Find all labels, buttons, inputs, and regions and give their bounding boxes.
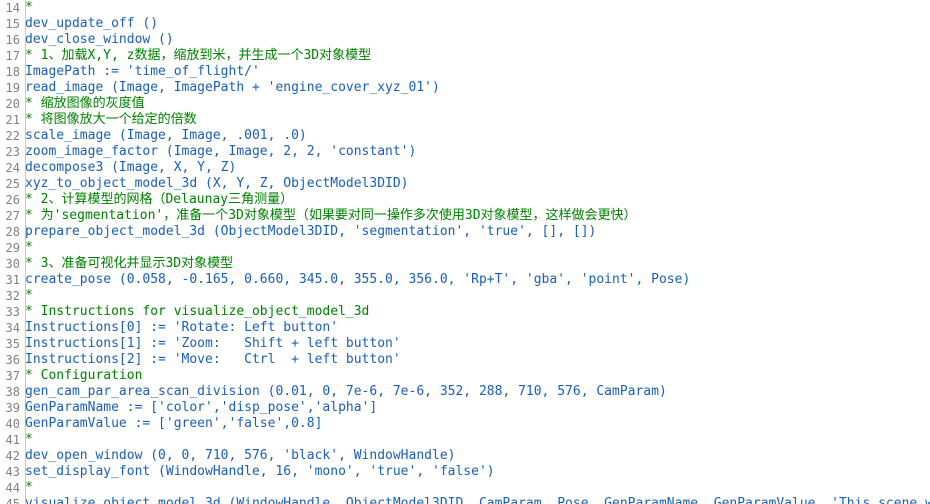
code-statement-text[interactable]: prepare_object_model_3d (ObjectModel3DID… bbox=[22, 224, 596, 240]
code-statement-text[interactable]: decompose3 (Image, X, Y, Z) bbox=[22, 160, 236, 176]
code-line[interactable]: 36 Instructions[2] := 'Move: Ctrl + left … bbox=[0, 352, 930, 368]
code-statement-text[interactable]: dev_close_window () bbox=[22, 32, 174, 48]
line-number: 45 bbox=[5, 497, 20, 504]
code-line[interactable]: 17 * 1、加载X,Y, z数据，缩放到米，并生成一个3D对象模型 bbox=[0, 48, 930, 64]
line-number: 22 bbox=[5, 129, 20, 143]
line-number: 18 bbox=[5, 65, 20, 79]
line-number: 24 bbox=[5, 161, 20, 175]
line-number: 36 bbox=[5, 353, 20, 367]
code-statement-text[interactable]: GenParamName := ['color','disp_pose','al… bbox=[22, 400, 377, 416]
line-number: 16 bbox=[5, 33, 20, 47]
code-line[interactable]: 31 create_pose (0.058, -0.165, 0.660, 345… bbox=[0, 272, 930, 288]
code-line[interactable]: 18 ImagePath := 'time_of_flight/' bbox=[0, 64, 930, 80]
code-comment-text[interactable]: * bbox=[22, 432, 33, 448]
code-lines-container[interactable]: 14 * 15 dev_update_off () 16 dev_close_window… bbox=[0, 0, 930, 504]
code-line[interactable]: 44 * bbox=[0, 480, 930, 496]
code-line[interactable]: 20 * 缩放图像的灰度值 bbox=[0, 96, 930, 112]
line-number: 33 bbox=[5, 305, 20, 319]
line-number: 31 bbox=[5, 273, 20, 287]
line-number: 21 bbox=[5, 113, 20, 127]
code-statement-text[interactable]: GenParamValue := ['green','false',0.8] bbox=[22, 416, 322, 432]
code-line[interactable]: 37 * Configuration bbox=[0, 368, 930, 384]
code-statement-text[interactable]: set_display_font (WindowHandle, 16, 'mon… bbox=[22, 464, 495, 480]
code-comment-text[interactable]: * bbox=[22, 0, 33, 16]
code-line[interactable]: 35 Instructions[1] := 'Zoom: Shift + left… bbox=[0, 336, 930, 352]
code-line[interactable]: 22 scale_image (Image, Image, .001, .0) bbox=[0, 128, 930, 144]
code-comment-text[interactable]: * 2、计算模型的网格（Delaunay三角测量） bbox=[22, 192, 293, 208]
code-line[interactable]: 32 * bbox=[0, 288, 930, 304]
code-statement-text[interactable]: create_pose (0.058, -0.165, 0.660, 345.0… bbox=[22, 272, 690, 288]
code-statement-text[interactable]: xyz_to_object_model_3d (X, Y, Z, ObjectM… bbox=[22, 176, 409, 192]
line-number: 41 bbox=[5, 433, 20, 447]
code-line[interactable]: 19 read_image (Image, ImagePath + 'engine… bbox=[0, 80, 930, 96]
code-line[interactable]: 25 xyz_to_object_model_3d (X, Y, Z, Objec… bbox=[0, 176, 930, 192]
code-line[interactable]: 14 * bbox=[0, 0, 930, 16]
code-statement-text[interactable]: gen_cam_par_area_scan_division (0.01, 0,… bbox=[22, 384, 667, 400]
code-editor[interactable]: 14 * 15 dev_update_off () 16 dev_close_window… bbox=[0, 0, 930, 504]
line-number: 44 bbox=[5, 481, 20, 495]
code-comment-text[interactable]: * Instructions for visualize_object_mode… bbox=[22, 304, 369, 320]
code-line[interactable]: 28 prepare_object_model_3d (ObjectModel3D… bbox=[0, 224, 930, 240]
line-number: 30 bbox=[5, 257, 20, 271]
code-statement-text[interactable]: zoom_image_factor (Image, Image, 2, 2, '… bbox=[22, 144, 416, 160]
code-line[interactable]: 34 Instructions[0] := 'Rotate: Left butto… bbox=[0, 320, 930, 336]
line-number: 37 bbox=[5, 369, 20, 383]
code-line[interactable]: 21 * 将图像放大一个给定的倍数 bbox=[0, 112, 930, 128]
line-number: 29 bbox=[5, 241, 20, 255]
code-line[interactable]: 15 dev_update_off () bbox=[0, 16, 930, 32]
line-number: 32 bbox=[5, 289, 20, 303]
code-statement-text[interactable]: Instructions[2] := 'Move: Ctrl + left bu… bbox=[22, 352, 401, 368]
code-line[interactable]: 38 gen_cam_par_area_scan_division (0.01, … bbox=[0, 384, 930, 400]
line-number: 43 bbox=[5, 465, 20, 479]
line-number: 34 bbox=[5, 321, 20, 335]
code-line[interactable]: 30 * 3、准备可视化并显示3D对象模型 bbox=[0, 256, 930, 272]
code-line[interactable]: 26 * 2、计算模型的网格（Delaunay三角测量） bbox=[0, 192, 930, 208]
code-comment-text[interactable]: * 缩放图像的灰度值 bbox=[22, 96, 145, 112]
code-comment-text[interactable]: * Configuration bbox=[22, 368, 142, 384]
line-number: 15 bbox=[5, 17, 20, 31]
line-number: 20 bbox=[5, 97, 20, 111]
line-number: 14 bbox=[5, 1, 20, 15]
code-line[interactable]: 40 GenParamValue := ['green','false',0.8] bbox=[0, 416, 930, 432]
code-line[interactable]: 24 decompose3 (Image, X, Y, Z) bbox=[0, 160, 930, 176]
line-number: 38 bbox=[5, 385, 20, 399]
code-statement-text[interactable]: Instructions[1] := 'Zoom: Shift + left b… bbox=[22, 336, 401, 352]
line-number: 17 bbox=[5, 49, 20, 63]
code-line[interactable]: 41 * bbox=[0, 432, 930, 448]
code-line[interactable]: 16 dev_close_window () bbox=[0, 32, 930, 48]
line-number: 39 bbox=[5, 401, 20, 415]
code-line[interactable]: 23 zoom_image_factor (Image, Image, 2, 2,… bbox=[0, 144, 930, 160]
code-comment-text[interactable]: * bbox=[22, 288, 33, 304]
code-comment-text[interactable]: * bbox=[22, 480, 33, 496]
code-line[interactable]: 29 * bbox=[0, 240, 930, 256]
code-comment-text[interactable]: * 将图像放大一个给定的倍数 bbox=[22, 112, 197, 128]
code-statement-text[interactable]: visualize_object_model_3d (WindowHandle,… bbox=[22, 496, 930, 504]
line-number: 40 bbox=[5, 417, 20, 431]
code-statement-text[interactable]: Instructions[0] := 'Rotate: Left button' bbox=[22, 320, 338, 336]
line-number: 42 bbox=[5, 449, 20, 463]
code-line[interactable]: 43 set_display_font (WindowHandle, 16, 'm… bbox=[0, 464, 930, 480]
code-line[interactable]: 27 * 为'segmentation'，准备一个3D对象模型（如果要对同一操作多… bbox=[0, 208, 930, 224]
line-number: 27 bbox=[5, 209, 20, 223]
line-number: 23 bbox=[5, 145, 20, 159]
line-number: 19 bbox=[5, 81, 20, 95]
code-statement-text[interactable]: read_image (Image, ImagePath + 'engine_c… bbox=[22, 80, 440, 96]
line-number: 25 bbox=[5, 177, 20, 191]
line-number: 26 bbox=[5, 193, 20, 207]
line-number: 28 bbox=[5, 225, 20, 239]
code-comment-text[interactable]: * 1、加载X,Y, z数据，缩放到米，并生成一个3D对象模型 bbox=[22, 48, 371, 64]
code-line[interactable]: 33 * Instructions for visualize_object_mo… bbox=[0, 304, 930, 320]
code-statement-text[interactable]: ImagePath := 'time_of_flight/' bbox=[22, 64, 260, 80]
code-comment-text[interactable]: * 为'segmentation'，准备一个3D对象模型（如果要对同一操作多次使… bbox=[22, 208, 637, 224]
code-statement-text[interactable]: scale_image (Image, Image, .001, .0) bbox=[22, 128, 307, 144]
code-line[interactable]: 42 dev_open_window (0, 0, 710, 576, 'blac… bbox=[0, 448, 930, 464]
code-line[interactable]: 45 visualize_object_model_3d (WindowHandl… bbox=[0, 496, 930, 504]
code-comment-text[interactable]: * 3、准备可视化并显示3D对象模型 bbox=[22, 256, 233, 272]
code-line[interactable]: 39 GenParamName := ['color','disp_pose','… bbox=[0, 400, 930, 416]
code-statement-text[interactable]: dev_open_window (0, 0, 710, 576, 'black'… bbox=[22, 448, 455, 464]
code-statement-text[interactable]: dev_update_off () bbox=[22, 16, 158, 32]
code-comment-text[interactable]: * bbox=[22, 240, 33, 256]
line-number: 35 bbox=[5, 337, 20, 351]
